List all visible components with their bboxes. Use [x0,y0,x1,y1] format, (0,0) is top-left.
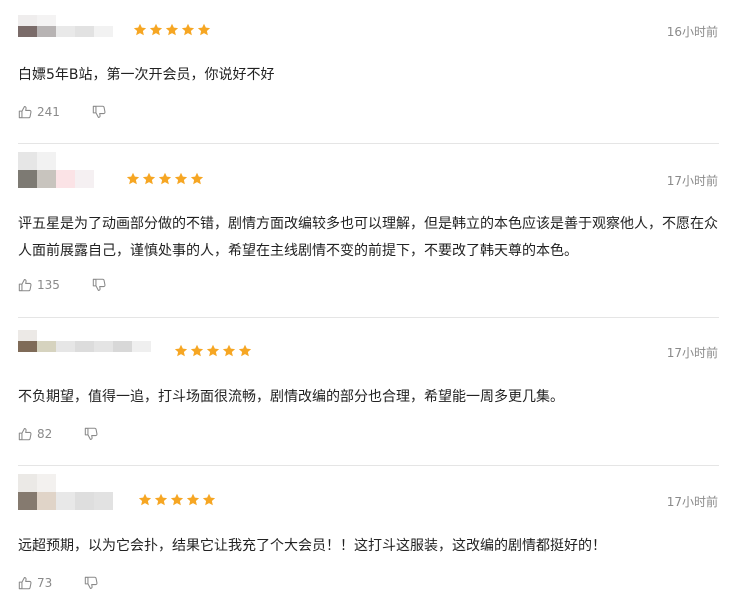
star-icon [174,344,188,357]
star-icon [174,172,188,185]
dislike-button[interactable] [92,105,106,119]
dislike-button[interactable] [92,278,106,292]
review-time: 16小时前 [666,25,718,39]
dislike-button[interactable] [84,427,98,441]
review-header: 17小时前 [0,152,739,188]
divider [18,317,719,318]
like-button[interactable]: 82 [18,427,52,441]
like-count: 73 [37,576,53,590]
star-icon [149,23,163,36]
review-actions: 241 [18,105,106,119]
rating-stars [133,23,211,37]
thumbs-up-icon [18,106,32,119]
star-icon [170,493,184,506]
star-icon [158,172,172,185]
thumbs-up-icon [18,279,32,292]
star-icon [138,493,152,506]
review-header: 17小时前 [0,474,739,510]
avatar[interactable] [18,15,113,37]
thumbs-up-icon [18,577,32,590]
review-header: 16小时前 [0,15,739,45]
star-icon [197,23,211,36]
thumbs-down-icon [92,105,106,118]
avatar[interactable] [18,474,113,510]
star-icon [165,23,179,36]
review-text: 评五星是为了动画部分做的不错，剧情方面改编较多也可以理解，但是韩立的本色应该是善… [18,216,718,259]
rating-stars [174,344,252,358]
review-actions: 73 [18,576,98,590]
star-icon [133,23,147,36]
star-icon [154,493,168,506]
thumbs-down-icon [85,427,98,440]
like-button[interactable]: 241 [18,105,60,119]
thumbs-down-icon [92,278,106,291]
divider [18,465,719,466]
star-icon [142,172,156,185]
star-icon [202,493,216,506]
rating-stars [138,493,216,507]
star-icon [206,344,220,357]
rating-stars [126,172,204,186]
star-icon [181,23,195,36]
like-button[interactable]: 73 [18,576,52,590]
star-icon [222,344,236,357]
like-count: 82 [37,427,53,441]
star-icon [126,172,140,185]
star-icon [190,344,204,357]
thumbs-up-icon [18,428,32,441]
review-actions: 135 [18,278,106,292]
review-text: 远超预期，以为它会扑，结果它让我充了个大会员！！这打斗这服装，这改编的剧情都挺好… [18,538,606,554]
review-text: 不负期望，值得一追，打斗场面很流畅，剧情改编的部分也合理，希望能一周多更几集。 [18,389,564,405]
divider [18,143,719,144]
like-button[interactable]: 135 [18,278,60,292]
dislike-button[interactable] [84,576,98,590]
review-time: 17小时前 [666,174,718,188]
star-icon [190,172,204,185]
review-time: 17小时前 [666,495,718,509]
review-header: 17小时前 [0,330,739,360]
like-count: 241 [37,105,60,119]
avatar[interactable] [18,152,113,188]
thumbs-down-icon [85,576,98,589]
star-icon [186,493,200,506]
review-actions: 82 [18,427,98,441]
avatar[interactable] [18,330,151,352]
like-count: 135 [37,278,60,292]
review-text: 白嫖5年B站，第一次开会员，你说好不好 [18,67,275,83]
review-time: 17小时前 [666,346,718,360]
star-icon [238,344,252,357]
